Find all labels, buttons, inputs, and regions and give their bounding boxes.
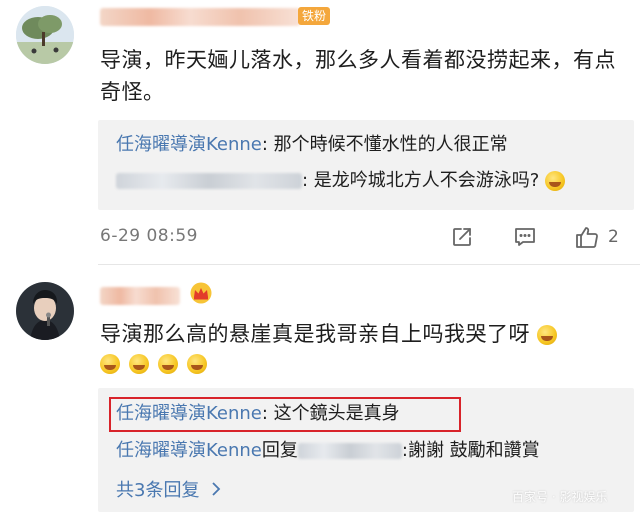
reply-text: : 这个鏡头是真身 [261,403,400,424]
reply-target-blurred[interactable] [297,443,402,459]
reply-verb: 回复 [261,440,298,461]
watermark: 百家号 · 影视娱乐 [512,490,608,504]
comment-text: 导演那么高的悬崖真是我哥亲自上吗我哭了呀 [100,318,630,350]
comment-text-body: 导演那么高的悬崖真是我哥亲自上吗我哭了呀 [100,322,530,346]
like-icon[interactable] [574,224,600,250]
avatar[interactable] [16,282,74,340]
more-replies-link[interactable]: 共3条回复 [116,476,221,502]
reply-item[interactable]: 任海曜導演Kenne回复 :謝謝 鼓勵和讚賞 [116,438,540,464]
share-icon[interactable] [450,225,474,249]
username-blurred[interactable] [100,287,180,305]
timestamp: 6-29 08:59 [100,226,198,246]
reply-item[interactable]: 任海曜導演Kenne: 这个鏡头是真身 [116,401,400,427]
laugh-cry-emoji-icon [537,325,558,345]
reply-text: : 那个時候不懂水性的人很正常 [261,134,508,155]
divider [98,264,640,265]
username-blurred[interactable] [100,8,300,26]
avatar[interactable] [16,6,74,64]
reply-text: : 是龙吟城北方人不会游泳吗? [302,170,540,191]
reply-username[interactable]: 任海曜導演Kenne [116,440,262,461]
fan-badge: 铁粉 [298,7,331,25]
laugh-cry-emoji-icon [100,353,120,374]
comment-icon[interactable] [513,225,537,249]
laugh-cry-emoji-icon [129,353,150,374]
laugh-cry-emoji-icon [187,353,208,374]
chevron-right-icon [211,480,221,501]
reply-username[interactable]: 任海曜導演Kenne [116,134,262,155]
reply-username[interactable]: 任海曜導演Kenne [116,403,262,424]
crown-icon [189,282,213,304]
emoji-row [100,353,211,374]
reply-username-blurred[interactable] [116,173,302,189]
reply-item[interactable]: 任海曜導演Kenne: 那个時候不懂水性的人很正常 [116,132,508,158]
comment-text: 导演，昨天婳儿落水，那么多人看着都没捞起来，有点奇怪。 [100,48,616,104]
like-count: 2 [608,227,619,247]
laugh-cry-emoji-icon [158,353,179,374]
more-replies-label: 共3条回复 [116,480,200,501]
reply-text: :謝謝 鼓勵和讚賞 [401,440,540,461]
laugh-cry-emoji-icon [545,171,566,191]
reply-item[interactable]: : 是龙吟城北方人不会游泳吗? [116,168,566,194]
